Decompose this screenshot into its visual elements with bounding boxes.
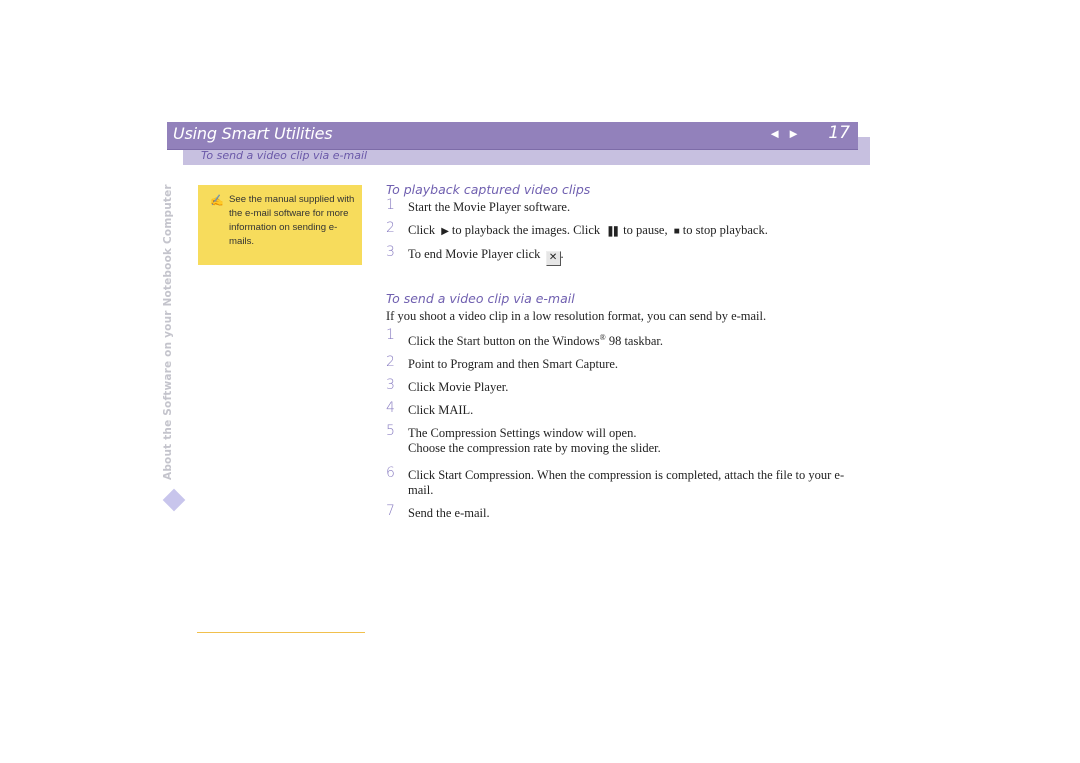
playback-heading: To playback captured video clips (386, 182, 591, 197)
step-text: Click MAIL. (408, 403, 474, 418)
step-text: Send the e-mail. (408, 506, 490, 521)
step-text: To end Movie Player click (408, 247, 541, 261)
step-number: 5 (386, 423, 395, 440)
step-number: 7 (386, 503, 395, 520)
list-item: 5 The Compression Settings window will o… (386, 423, 866, 456)
note-box: ✍ See the manual supplied with the e-mai… (198, 185, 362, 265)
step-text: Click (408, 223, 436, 237)
step-number: 4 (386, 400, 395, 417)
step-text: Click the Start button on the Windows (408, 334, 600, 349)
step-number: 2 (386, 354, 395, 371)
footer-divider (197, 632, 365, 633)
step-text: to playback the images. Click (451, 223, 601, 237)
next-page-icon[interactable]: ► (787, 126, 806, 141)
step-text: . (560, 247, 564, 261)
step-text: Start the Movie Player software. (408, 200, 571, 214)
list-item: 2 Point to Program and then Smart Captur… (386, 354, 866, 372)
side-running-title: About the Software on your Notebook Comp… (162, 184, 174, 480)
step-number: 2 (386, 220, 395, 236)
step-text: 98 taskbar. (605, 334, 663, 349)
pause-icon: ❚❚ (606, 226, 620, 237)
step-number: 1 (386, 327, 395, 343)
step-text: Point to Program and then Smart Capture. (408, 357, 619, 372)
list-item: 1 Start the Movie Player software. (386, 197, 866, 215)
step-number: 3 (386, 244, 395, 260)
list-item: 3 Click Movie Player. (386, 377, 866, 395)
stop-icon: ■ (673, 226, 680, 237)
list-item: 1 Click the Start button on the Windows®… (386, 327, 866, 349)
step-number: 6 (386, 465, 395, 482)
page-number: 17 (828, 123, 850, 143)
section-title: To send a video clip via e-mail (201, 149, 368, 162)
step-text: to stop playback. (682, 223, 768, 237)
step-text: Click Start Compression. When the compre… (408, 468, 845, 498)
step-text: Choose the compression rate by moving th… (408, 441, 661, 456)
email-intro: If you shoot a video clip in a low resol… (386, 309, 767, 323)
diamond-icon (162, 488, 186, 512)
list-item: 6 Click Start Compression. When the comp… (386, 465, 866, 498)
page-navigation: ◄► (768, 126, 806, 142)
close-icon: ✕ (545, 251, 561, 266)
step-text: The Compression Settings window will ope… (408, 426, 637, 441)
note-text: See the manual supplied with the e-mail … (229, 194, 355, 247)
step-text: Click Movie Player. (408, 380, 509, 395)
main-content: To playback captured video clips 1 Start… (386, 182, 866, 529)
step-number: 1 (386, 197, 395, 213)
email-heading: To send a video clip via e-mail (386, 291, 575, 306)
list-item: 4 Click MAIL. (386, 400, 866, 418)
step-text: to pause, (623, 223, 668, 237)
list-item: 2 Click ▶ to playback the images. Click ❚… (386, 220, 866, 239)
play-icon: ▶ (441, 226, 449, 237)
list-item: 7 Send the e-mail. (386, 503, 866, 521)
step-number: 3 (386, 377, 395, 394)
note-pen-icon: ✍ (210, 195, 224, 207)
header-bar: Using Smart Utilities ◄► 17 (167, 122, 858, 150)
previous-page-icon[interactable]: ◄ (768, 126, 787, 141)
list-item: 3 To end Movie Player click ✕. (386, 244, 866, 266)
chapter-title: Using Smart Utilities (173, 124, 333, 143)
